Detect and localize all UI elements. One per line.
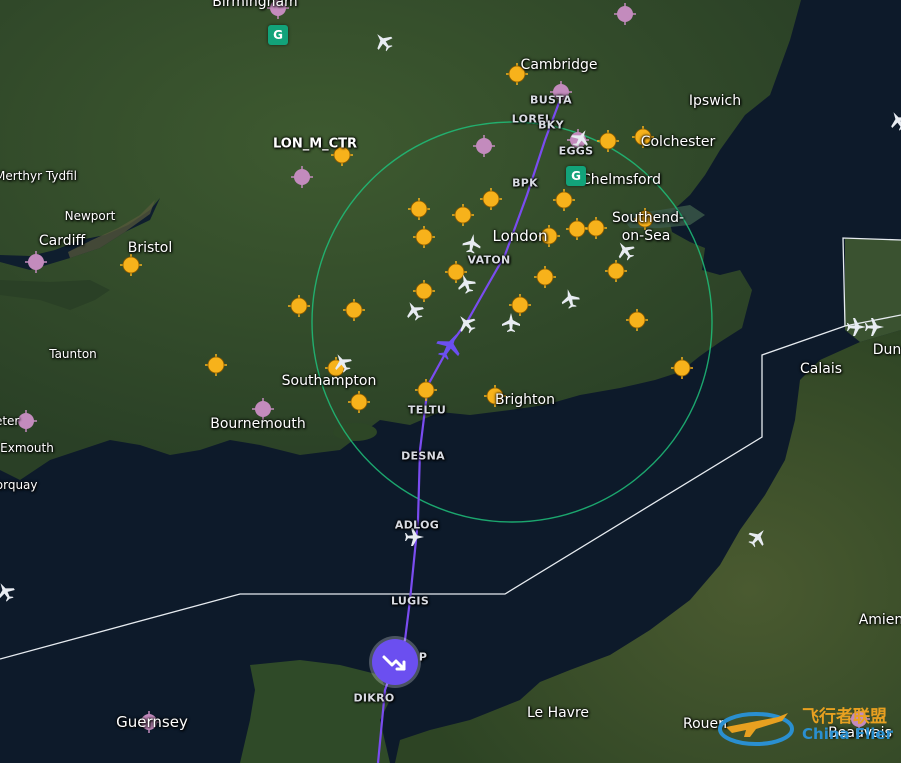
- traffic-aircraft-icon[interactable]: [370, 28, 396, 54]
- city-label-brighton: Brighton: [495, 392, 555, 408]
- airport-marker[interactable]: [120, 254, 142, 276]
- sector-label: LON_M_CTR: [272, 136, 358, 152]
- city-label-taunton: Taunton: [49, 347, 97, 361]
- airport-marker[interactable]: [452, 204, 474, 226]
- airport-marker[interactable]: [626, 309, 648, 331]
- traffic-aircraft-icon[interactable]: [402, 298, 427, 323]
- city-label-merthyr: Merthyr Tydfil: [0, 169, 77, 183]
- navaid-marker[interactable]: [25, 251, 47, 273]
- airport-marker[interactable]: [480, 188, 502, 210]
- airport-marker[interactable]: [288, 295, 310, 317]
- flier-logo-icon: [718, 712, 795, 746]
- airport-marker[interactable]: [413, 280, 435, 302]
- city-label-calais: Calais: [799, 361, 843, 377]
- airport-marker[interactable]: [671, 357, 693, 379]
- ground-station-badge[interactable]: G: [268, 25, 288, 45]
- city-label-lehavre: Le Havre: [526, 705, 590, 721]
- airport-marker[interactable]: [534, 266, 556, 288]
- ground-station-badge[interactable]: G: [566, 166, 586, 186]
- traffic-aircraft-icon[interactable]: [745, 524, 771, 550]
- airport-marker[interactable]: [605, 260, 627, 282]
- airport-marker[interactable]: [413, 226, 435, 248]
- descending-arrow-icon: [382, 655, 406, 671]
- airport-marker[interactable]: [553, 189, 575, 211]
- waypoint-label-eggs[interactable]: EGGS: [559, 145, 594, 158]
- airport-marker[interactable]: [566, 218, 588, 240]
- selected-aircraft[interactable]: [372, 639, 418, 685]
- city-label-cambridge: Cambridge: [520, 57, 598, 73]
- airport-marker[interactable]: [408, 198, 430, 220]
- waypoint-label-teltu[interactable]: TELTU: [408, 404, 446, 417]
- city-label-southampton: Southampton: [281, 373, 377, 389]
- navaid-marker[interactable]: [614, 3, 636, 25]
- waypoint-label-dikro[interactable]: DIKRO: [353, 692, 394, 705]
- waypoint-label-bky[interactable]: BKY: [538, 119, 564, 132]
- traffic-aircraft-icon[interactable]: [502, 313, 520, 332]
- city-label-london: London: [492, 227, 548, 245]
- city-label-amiens: Amien: [858, 612, 901, 628]
- traffic-aircraft-icon[interactable]: [847, 318, 866, 336]
- traffic-aircraft-icon[interactable]: [461, 233, 482, 255]
- city-label-newport: Newport: [64, 209, 116, 223]
- city-label-colchester: Colchester: [640, 134, 716, 150]
- navaid-marker[interactable]: [291, 166, 313, 188]
- waypoint-label-vaton[interactable]: VATON: [468, 254, 511, 267]
- watermark-en: China Flier: [802, 725, 893, 744]
- city-label-bristol: Bristol: [127, 240, 173, 256]
- city-label-cardiff: Cardiff: [38, 233, 86, 249]
- city-label-guernsey: Guernsey: [116, 713, 188, 731]
- city-label-torquay: Torquay: [0, 478, 38, 492]
- waypoint-label-p[interactable]: P: [419, 651, 427, 664]
- city-label-exeter: Exeter: [0, 414, 20, 428]
- marker-layer: [0, 0, 901, 733]
- waypoint-label-bpk[interactable]: BPK: [512, 177, 538, 190]
- airport-marker[interactable]: [509, 294, 531, 316]
- traffic-aircraft-icon[interactable]: [559, 287, 581, 310]
- city-label-dunkirk: Dun: [872, 342, 901, 358]
- city-label-southend: Southend-: [611, 210, 685, 226]
- waypoint-label-lugis[interactable]: LUGIS: [391, 595, 429, 608]
- city-label-exmouth: Exmouth: [0, 441, 54, 455]
- airport-marker[interactable]: [415, 379, 437, 401]
- airport-marker[interactable]: [205, 354, 227, 376]
- waypoint-label-busta[interactable]: BUSTA: [530, 94, 572, 107]
- traffic-aircraft-icon[interactable]: [865, 318, 884, 336]
- watermark: 飞行者联盟 China Flier: [716, 703, 893, 749]
- traffic-aircraft-icon[interactable]: [886, 108, 901, 133]
- airport-marker[interactable]: [343, 299, 365, 321]
- city-label-chelmsford: Chelmsford: [581, 172, 661, 188]
- waypoint-label-desna[interactable]: DESNA: [401, 450, 445, 463]
- waypoint-label-adlog[interactable]: ADLOG: [395, 519, 439, 532]
- airport-marker[interactable]: [597, 130, 619, 152]
- navaid-marker[interactable]: [473, 135, 495, 157]
- traffic-aircraft-icon[interactable]: [453, 310, 479, 336]
- route-aircraft-icon[interactable]: [432, 328, 467, 364]
- city-label-birmingham: Birmingham: [212, 0, 298, 10]
- city-label-ipswich: Ipswich: [688, 93, 742, 109]
- city-label-southend-2: on-Sea: [621, 228, 671, 244]
- flight-map[interactable]: LON_M_CTR Birmingham Cambridge Ipswich C…: [0, 0, 901, 763]
- airport-marker[interactable]: [585, 217, 607, 239]
- city-label-bournemouth: Bournemouth: [210, 416, 306, 432]
- traffic-aircraft-icon[interactable]: [0, 579, 18, 604]
- airport-marker[interactable]: [348, 391, 370, 413]
